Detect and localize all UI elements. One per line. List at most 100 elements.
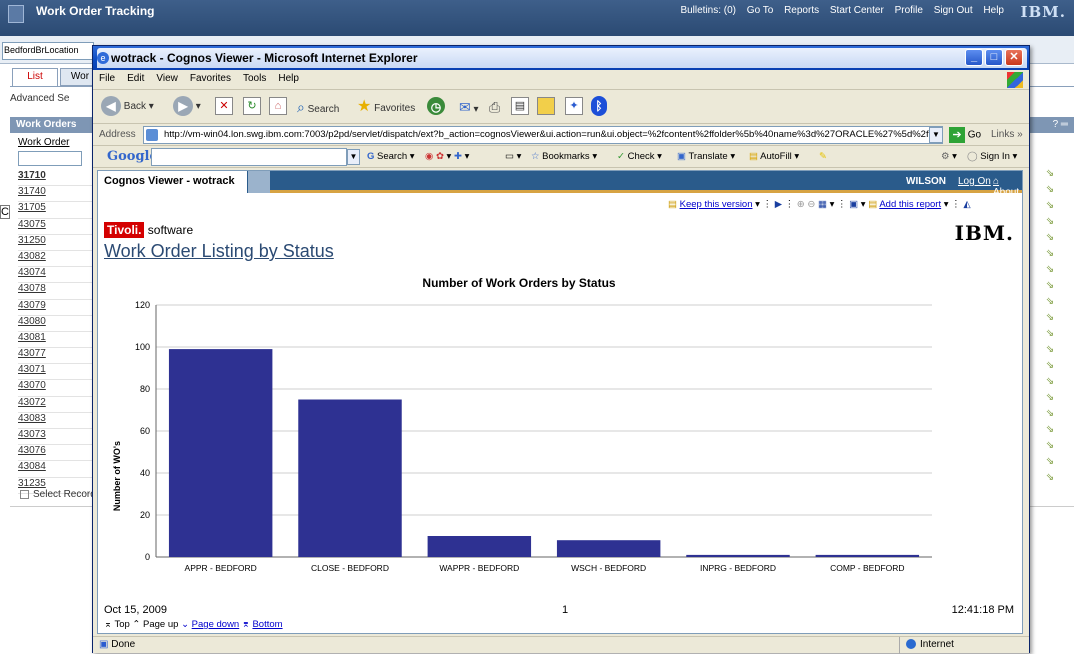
bar[interactable] <box>168 349 273 557</box>
bluetooth-button[interactable]: ᛒ <box>591 95 607 119</box>
route-icon[interactable]: ⇘ <box>1040 456 1060 472</box>
google-extras[interactable]: ◉ ✿ ▾ ✚ ▾ <box>425 151 469 162</box>
list-item[interactable]: 43070 <box>18 380 92 397</box>
sign-in-button[interactable]: ◯ Sign In ▾ <box>967 151 1017 162</box>
checkbox-icon[interactable] <box>20 489 29 499</box>
bar[interactable] <box>686 554 790 557</box>
work-order-column-header[interactable]: Work Order <box>18 137 70 148</box>
list-item[interactable]: 43082 <box>18 251 92 268</box>
print-button[interactable]: ⎙ <box>489 95 500 119</box>
home-button[interactable]: ⌂ <box>269 95 287 119</box>
start-center-link[interactable]: Start Center <box>830 5 884 16</box>
close-button[interactable]: ✕ <box>1005 49 1023 66</box>
edit-button[interactable]: ▤ <box>511 95 529 119</box>
highlight-button[interactable]: ✎ <box>819 151 827 162</box>
maximize-button[interactable]: □ <box>985 49 1003 66</box>
go-button[interactable]: ➔ Go <box>949 127 981 143</box>
page-down-link[interactable]: Page down <box>192 619 240 630</box>
location-field[interactable]: BedfordBrLocation <box>2 42 94 60</box>
route-icon[interactable]: ⇘ <box>1040 168 1060 184</box>
list-item[interactable]: 43079 <box>18 300 92 316</box>
stop-button[interactable]: ✕ <box>215 95 233 119</box>
check-button[interactable]: ✓ Check ▾ <box>617 151 662 162</box>
list-item[interactable]: 43076 <box>18 445 92 462</box>
route-icon[interactable]: ⇘ <box>1040 312 1060 328</box>
list-item[interactable]: 43080 <box>18 316 92 332</box>
route-icon[interactable]: ⇘ <box>1040 360 1060 376</box>
list-item[interactable]: 43071 <box>18 364 92 381</box>
list-item[interactable]: 43077 <box>18 348 92 365</box>
profile-link[interactable]: Profile <box>895 5 923 16</box>
drill-down-icon[interactable]: ⊕ <box>797 199 805 210</box>
select-records-checkbox[interactable]: Select Record <box>20 489 96 500</box>
bar[interactable] <box>298 399 402 558</box>
route-icon[interactable]: ⇘ <box>1040 200 1060 216</box>
add-report-link[interactable]: Add this report <box>879 199 941 210</box>
list-item[interactable]: 31740 <box>18 186 92 203</box>
security-zone[interactable]: Internet <box>899 637 1019 654</box>
address-dropdown[interactable]: ▼ <box>929 127 943 143</box>
list-item[interactable]: 43074 <box>18 267 92 284</box>
route-icon[interactable]: ⇘ <box>1040 216 1060 232</box>
drill-up-icon[interactable]: ⊖ <box>807 199 815 210</box>
view-format-icon[interactable]: ▣ <box>849 199 858 210</box>
favorites-button[interactable]: ★ Favorites <box>357 95 415 119</box>
menu-favorites[interactable]: Favorites <box>184 70 237 87</box>
bar[interactable] <box>556 540 661 557</box>
help-link[interactable]: Help <box>983 5 1004 16</box>
route-icon[interactable]: ⇘ <box>1040 296 1060 312</box>
page-options[interactable]: ▭ ▾ <box>505 151 521 162</box>
work-order-filter-input[interactable] <box>18 151 82 166</box>
autofill-button[interactable]: ▤ AutoFill ▾ <box>749 151 799 162</box>
menu-edit[interactable]: Edit <box>121 70 150 87</box>
top-link[interactable]: Top <box>114 619 129 630</box>
bottom-link[interactable]: Bottom <box>252 619 282 630</box>
report-title[interactable]: Work Order Listing by Status <box>104 241 334 262</box>
route-icon[interactable]: ⇘ <box>1040 248 1060 264</box>
list-item[interactable]: 43078 <box>18 283 92 300</box>
menu-file[interactable]: File <box>93 70 121 87</box>
refresh-button[interactable]: ↻ <box>243 95 261 119</box>
search-button[interactable]: ⌕ Search <box>297 95 339 119</box>
route-icon[interactable]: ⇘ <box>1040 424 1060 440</box>
list-item[interactable]: 43083 <box>18 413 92 429</box>
page-up-link[interactable]: Page up <box>143 619 178 630</box>
route-icon[interactable]: ⇘ <box>1040 344 1060 360</box>
route-icon[interactable]: ⇘ <box>1040 232 1060 248</box>
forward-button[interactable]: ▶ ▾ <box>173 95 201 119</box>
tab-list[interactable]: List <box>12 68 58 86</box>
google-dropdown[interactable]: ▼ <box>347 149 360 165</box>
menu-tools[interactable]: Tools <box>237 70 272 87</box>
related-links-icon[interactable]: ▦ <box>818 199 827 210</box>
back-button[interactable]: ◀ Back ▾ <box>101 95 154 119</box>
keep-version-link[interactable]: Keep this version <box>680 199 753 210</box>
route-icon[interactable]: ⇘ <box>1040 392 1060 408</box>
route-icon[interactable]: ⇘ <box>1040 328 1060 344</box>
list-item[interactable]: 43075 <box>18 219 92 235</box>
list-item[interactable]: 43081 <box>18 332 92 349</box>
menu-help[interactable]: Help <box>272 70 305 87</box>
translate-button[interactable]: ▣ Translate ▾ <box>677 151 735 162</box>
messenger-button[interactable]: ✦ <box>565 95 583 119</box>
app-menu-icon[interactable] <box>8 5 24 23</box>
goto-link[interactable]: Go To <box>747 5 774 16</box>
ie-titlebar[interactable]: e wotrack - Cognos Viewer - Microsoft In… <box>93 46 1029 70</box>
bar[interactable] <box>815 554 920 557</box>
list-item[interactable]: 43073 <box>18 429 92 446</box>
links-button[interactable]: Links » <box>991 129 1023 140</box>
about-link[interactable]: ⌂ About <box>993 176 1022 198</box>
bookmarks-button[interactable]: ☆ Bookmarks ▾ <box>531 151 597 162</box>
edit-report-icon[interactable]: ◭ <box>963 199 970 210</box>
mail-button[interactable]: ✉ ▾ <box>459 95 479 119</box>
minimize-button[interactable]: _ <box>965 49 983 66</box>
log-on-link[interactable]: Log On <box>958 176 991 187</box>
run-icon[interactable]: ▶ <box>775 199 782 210</box>
list-item[interactable]: 43072 <box>18 397 92 413</box>
list-item[interactable]: 31710 <box>18 170 92 187</box>
route-icon[interactable]: ⇘ <box>1040 472 1060 488</box>
list-item[interactable]: 31705 <box>18 202 92 219</box>
route-icon[interactable]: ⇘ <box>1040 264 1060 280</box>
bulletins-link[interactable]: Bulletins: (0) <box>680 5 736 16</box>
history-button[interactable]: ◷ <box>427 95 445 119</box>
google-search-button[interactable]: G Search ▾ <box>367 151 415 162</box>
